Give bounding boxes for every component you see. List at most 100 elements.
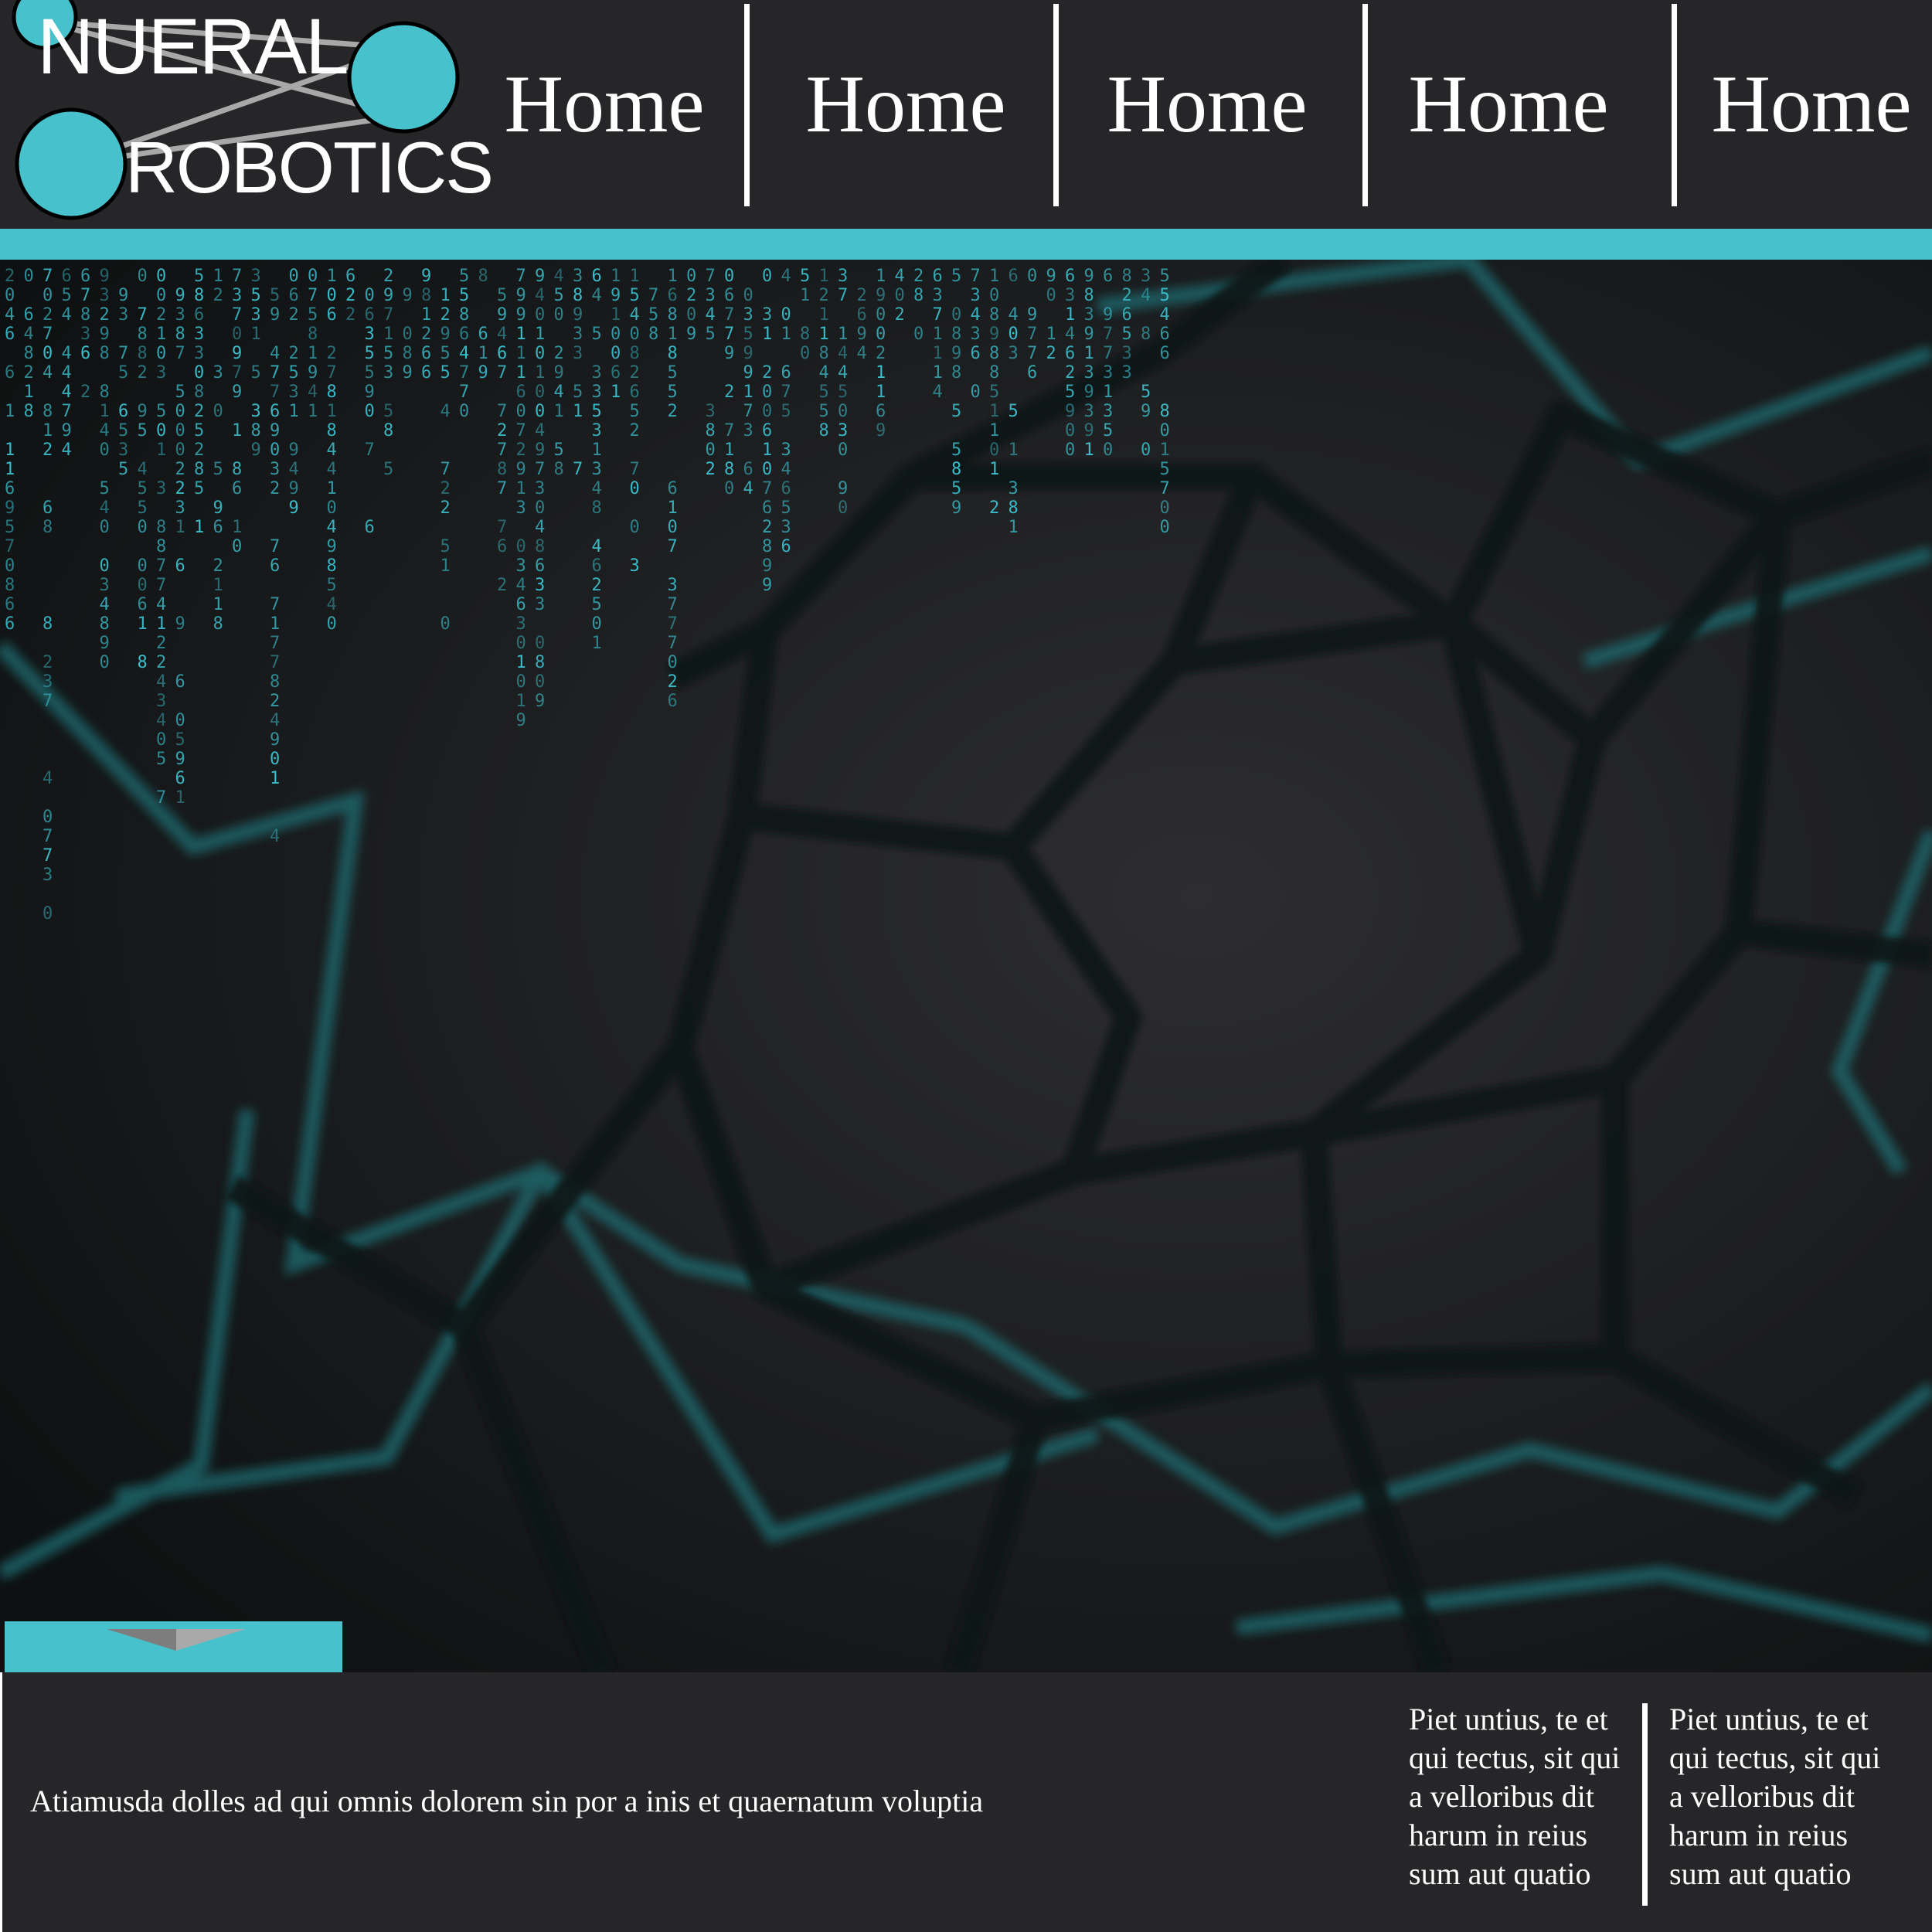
matrix-digit: 0	[43, 808, 53, 827]
nav-item-home-2[interactable]: Home	[805, 46, 1006, 162]
matrix-digit: 3	[232, 286, 242, 305]
matrix-digit: 1	[478, 344, 488, 363]
matrix-digit: 4	[100, 421, 110, 440]
matrix-digit: 9	[251, 440, 261, 460]
matrix-digit: 7	[497, 363, 507, 383]
matrix-digit: 1	[270, 614, 280, 634]
matrix-digit: 1	[762, 440, 772, 460]
matrix-digit: 0	[516, 672, 526, 692]
matrix-digit: 7	[308, 286, 318, 305]
matrix-digit: 6	[421, 344, 431, 363]
matrix-digit: 0	[951, 305, 961, 325]
matrix-digit: 4	[554, 267, 564, 286]
matrix-digit: 9	[270, 421, 280, 440]
matrix-digit: 9	[762, 556, 772, 576]
matrix-digit: 0	[1027, 267, 1037, 286]
matrix-digit: 5	[781, 498, 791, 518]
matrix-digit: 0	[516, 537, 526, 556]
matrix-digit: 0	[270, 440, 280, 460]
nav-item-home-4[interactable]: Home	[1408, 46, 1609, 162]
matrix-digit: 0	[43, 344, 53, 363]
matrix-digit: 4	[895, 267, 905, 286]
matrix-digit: 7	[270, 595, 280, 614]
matrix-digit: 1	[1084, 344, 1094, 363]
matrix-digit: 9	[857, 325, 867, 344]
matrix-digit: 3	[251, 267, 261, 286]
matrix-digit: 3	[194, 344, 204, 363]
matrix-digit: 4	[43, 769, 53, 788]
matrix-digit: 8	[668, 305, 678, 325]
matrix-digit: 1	[876, 267, 886, 286]
matrix-digit: 6	[118, 402, 128, 421]
matrix-digit: 6	[43, 498, 53, 518]
matrix-digit: 2	[440, 479, 451, 498]
matrix-digit: 6	[933, 267, 943, 286]
matrix-digit: 0	[289, 267, 299, 286]
matrix-digit: 0	[724, 267, 734, 286]
matrix-digit: 5	[1122, 325, 1132, 344]
matrix-digit: 7	[43, 692, 53, 711]
matrix-digit: 2	[706, 460, 716, 479]
brand-logo[interactable]: NUERAL ROBOTICS	[0, 0, 494, 229]
matrix-digit: 3	[1084, 305, 1094, 325]
matrix-digit: 6	[1122, 305, 1132, 325]
matrix-digit: 5	[1009, 402, 1019, 421]
matrix-digit: 4	[459, 344, 469, 363]
matrix-digit: 8	[232, 460, 242, 479]
matrix-digit: 0	[43, 286, 53, 305]
matrix-digit: 4	[838, 363, 848, 383]
nav-item-home-3[interactable]: Home	[1107, 46, 1308, 162]
matrix-digit: 1	[762, 325, 772, 344]
matrix-digit: 9	[270, 305, 280, 325]
nav-item-home-1[interactable]: Home	[504, 46, 705, 162]
matrix-digit: 6	[80, 344, 90, 363]
matrix-digit: 1	[308, 402, 318, 421]
matrix-digit: 8	[648, 325, 658, 344]
matrix-digit: 2	[1065, 363, 1075, 383]
matrix-digit: 8	[951, 363, 961, 383]
matrix-digit: 4	[62, 440, 72, 460]
matrix-digit: 9	[403, 286, 413, 305]
matrix-digit: 7	[270, 363, 280, 383]
matrix-digit: 8	[800, 325, 810, 344]
nav-item-home-5[interactable]: Home	[1711, 46, 1912, 162]
matrix-digit: 8	[403, 344, 413, 363]
matrix-digit: 2	[156, 305, 166, 325]
matrix-digit: 8	[819, 344, 829, 363]
matrix-digit: 9	[232, 344, 242, 363]
matrix-digit: 9	[1084, 325, 1094, 344]
matrix-digit: 6	[611, 363, 621, 383]
matrix-digit: 9	[686, 325, 696, 344]
matrix-digit: 7	[933, 305, 943, 325]
matrix-digit: 1	[611, 267, 621, 286]
matrix-digit: 2	[345, 286, 355, 305]
hero-expand-tab[interactable]	[5, 1621, 342, 1672]
matrix-digit: 7	[138, 305, 148, 325]
matrix-digit: 9	[762, 576, 772, 595]
matrix-digit: 3	[1065, 286, 1075, 305]
matrix-digit: 7	[1103, 325, 1113, 344]
matrix-digit: 1	[43, 421, 53, 440]
matrix-digit: 1	[535, 363, 545, 383]
matrix-digit: 3	[175, 305, 185, 325]
matrix-digit: 0	[630, 325, 640, 344]
matrix-digit: 7	[516, 267, 526, 286]
matrix-digit: 1	[5, 402, 15, 421]
matrix-digit: 8	[43, 518, 53, 537]
matrix-digit: 4	[1141, 286, 1151, 305]
matrix-digit: 1	[383, 325, 393, 344]
matrix-digit: 6	[1009, 267, 1019, 286]
matrix-digit: 7	[724, 325, 734, 344]
matrix-digit: 9	[516, 711, 526, 730]
matrix-digit: 7	[156, 556, 166, 576]
matrix-digit: 1	[554, 402, 564, 421]
matrix-digit: 4	[743, 479, 753, 498]
matrix-digit: 6	[1065, 344, 1075, 363]
matrix-digit: 1	[989, 460, 999, 479]
matrix-digit: 3	[1122, 344, 1132, 363]
matrix-digit: 0	[686, 267, 696, 286]
matrix-digit: 9	[516, 305, 526, 325]
matrix-digit: 0	[630, 518, 640, 537]
matrix-digit: 6	[781, 537, 791, 556]
matrix-digit: 1	[156, 325, 166, 344]
